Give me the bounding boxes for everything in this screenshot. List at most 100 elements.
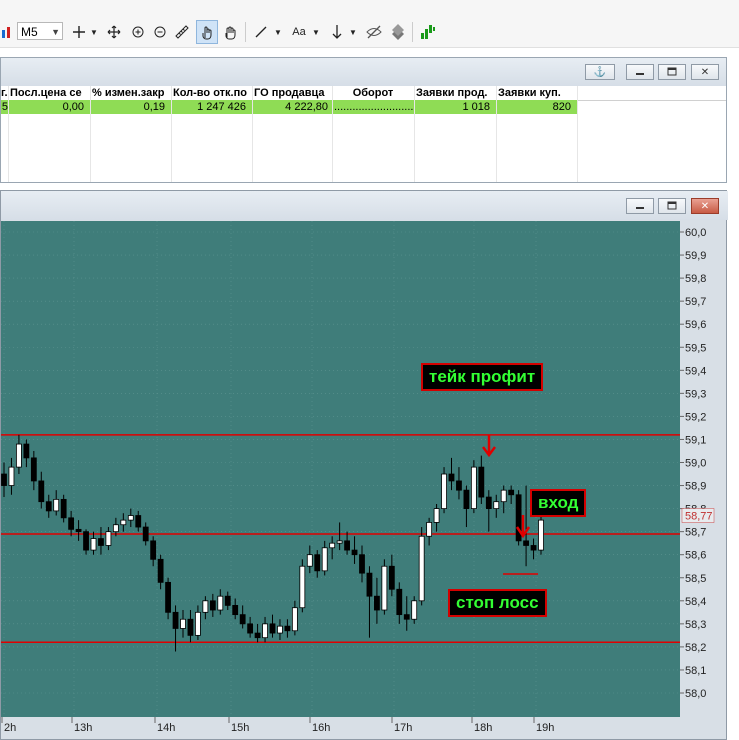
arrow-down-icon[interactable]	[328, 18, 346, 46]
minimize-icon[interactable]	[626, 198, 654, 214]
hide-icon[interactable]	[363, 18, 385, 46]
y-tick-label: 59,9	[685, 250, 706, 262]
zoom-out-icon[interactable]	[151, 18, 169, 46]
column-header[interactable]: Оборот	[332, 86, 414, 100]
column-header[interactable]: % измен.закр	[90, 86, 171, 100]
table-cell: 1 247 426	[197, 101, 246, 113]
candle-body	[374, 595, 380, 611]
divider	[412, 22, 413, 42]
crosshair-icon[interactable]	[70, 18, 88, 46]
close-icon[interactable]: ✕	[691, 198, 719, 214]
table-row[interactable]: 5 0,00 0,19 1 247 426 4 222,80 .........…	[1, 100, 577, 114]
candle-body	[239, 614, 246, 625]
font-button[interactable]: Aa	[288, 18, 310, 46]
x-tick-label: 15h	[231, 722, 249, 734]
candle-body	[187, 618, 194, 636]
table-cell: .............................	[334, 101, 414, 113]
chevron-down-icon[interactable]: ▼	[348, 18, 358, 46]
chart-type-icon[interactable]	[0, 18, 14, 46]
column-divider	[171, 86, 172, 182]
chevron-down-icon[interactable]: ▼	[311, 18, 321, 46]
table-cell: 0,00	[62, 101, 84, 113]
chevron-down-icon[interactable]: ▼	[273, 18, 283, 46]
table-cell: 0,19	[143, 101, 165, 113]
column-header[interactable]: Кол-во отк.по	[171, 86, 252, 100]
y-tick-label: 58,7	[685, 527, 706, 539]
hand-icon[interactable]	[220, 18, 240, 46]
column-header[interactable]: ГО продавца	[252, 86, 332, 100]
layers-icon[interactable]	[387, 18, 409, 46]
x-tick-label: 17h	[394, 722, 412, 734]
price-chart[interactable]: 60,0 59,9 59,8 59,7 59,6 59,5 59,4 59,3 59,2 59,1…	[1, 221, 726, 739]
column-divider	[90, 86, 91, 182]
candle-body	[359, 554, 365, 574]
y-tick-label: 59,8	[685, 273, 706, 285]
column-divider	[332, 86, 333, 182]
ruler-icon[interactable]	[173, 18, 191, 46]
candle-body	[478, 466, 485, 498]
candle-body	[83, 531, 89, 551]
candle-body	[157, 558, 164, 583]
timeframe-select[interactable]: M5 ▼	[17, 22, 63, 40]
minimize-icon[interactable]	[626, 64, 654, 80]
candle-body	[463, 489, 470, 510]
candle-body	[448, 473, 455, 482]
column-divider	[577, 86, 578, 182]
last-price-marker: 58,77	[681, 508, 715, 523]
take-profit-label: тейк профит	[421, 363, 544, 391]
candle-body	[388, 565, 395, 590]
candle-body	[269, 623, 276, 634]
candle-body	[202, 600, 209, 613]
candle-body	[500, 489, 507, 503]
y-tick-label: 59,4	[685, 365, 706, 377]
candle-body	[195, 611, 201, 636]
table-cell: 1 018	[462, 101, 490, 113]
column-header[interactable]: Посл.цена се	[8, 86, 90, 100]
table-cell: 4 222,80	[285, 101, 328, 113]
candle-body	[8, 466, 15, 486]
column-divider	[496, 86, 497, 182]
candle-body	[366, 572, 373, 597]
candle-body	[284, 625, 291, 632]
y-tick-label: 58,5	[685, 573, 706, 585]
zoom-in-icon[interactable]	[129, 18, 147, 46]
candle-body	[68, 517, 75, 530]
candle-body	[291, 607, 298, 632]
candle-body	[60, 498, 67, 519]
candle-body	[38, 480, 45, 503]
candle-body	[90, 538, 97, 551]
stop-loss-label: стоп лосс	[448, 589, 547, 617]
quote-table-header: г. Посл.цена се % измен.закр Кол-во отк.…	[1, 86, 726, 101]
column-divider	[8, 86, 9, 182]
table-cell: 5	[1, 101, 8, 113]
restore-icon[interactable]	[658, 64, 686, 80]
y-tick-label: 59,0	[685, 458, 706, 470]
line-tool-icon[interactable]	[251, 18, 271, 46]
chart-window-titlebar[interactable]: ✕	[1, 191, 728, 220]
candle-body	[127, 515, 134, 521]
quote-window-titlebar[interactable]: ⚓ ✕	[1, 58, 726, 86]
column-header[interactable]: Заявки прод.	[414, 86, 496, 100]
divider	[245, 22, 246, 42]
restore-icon[interactable]	[658, 198, 686, 214]
anchor-icon[interactable]: ⚓	[585, 64, 615, 80]
y-tick-label: 58,4	[685, 596, 706, 608]
hand-up-icon[interactable]	[196, 20, 218, 44]
candle-body	[150, 540, 157, 560]
column-header[interactable]: Заявки куп.	[496, 86, 577, 100]
candle-body	[470, 466, 477, 510]
candle-body	[336, 540, 343, 544]
chevron-down-icon[interactable]: ▼	[89, 18, 99, 46]
candle-body	[180, 618, 186, 629]
candle-body	[418, 535, 425, 602]
column-header[interactable]: г.	[1, 86, 8, 100]
last-price-label: 58,77	[685, 511, 713, 523]
close-icon[interactable]: ✕	[691, 64, 719, 80]
candle-body	[299, 565, 306, 609]
x-tick-label: 16h	[312, 722, 330, 734]
table-cell: 820	[552, 101, 571, 113]
candle-body	[16, 443, 22, 468]
indicators-icon[interactable]	[418, 18, 438, 46]
candle-body	[142, 526, 149, 542]
move-icon[interactable]	[105, 18, 123, 46]
